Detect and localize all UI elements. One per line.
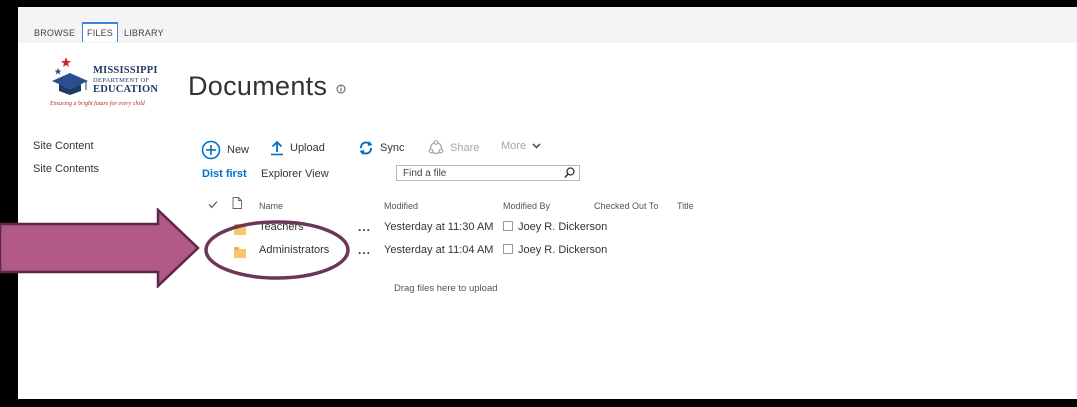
upload-button[interactable]: Upload [270, 140, 325, 156]
sync-icon [359, 141, 373, 155]
row-menu-ellipsis[interactable]: ... [358, 220, 371, 234]
presence-icon [503, 221, 513, 231]
row-modified-by[interactable]: Joey R. Dickerson [503, 244, 607, 256]
page-title: Documents [188, 71, 328, 101]
row-menu-ellipsis[interactable]: ... [358, 243, 371, 257]
tab-browse[interactable]: BROWSE [30, 24, 79, 43]
row-modified: Yesterday at 11:04 AM [384, 244, 494, 256]
column-header-checked-out-to[interactable]: Checked Out To [594, 201, 658, 211]
search-icon[interactable] [564, 167, 576, 179]
site-logo[interactable]: MISSISSIPPI DEPARTMENT OF EDUCATION Ensu… [50, 53, 160, 115]
column-header-name[interactable]: Name [259, 201, 283, 211]
info-icon[interactable] [336, 84, 346, 94]
upload-label: Upload [290, 142, 325, 154]
document-type-icon [232, 197, 242, 209]
share-label: Share [450, 142, 480, 154]
share-icon [428, 140, 444, 155]
ribbon-bar: BROWSE FILES LIBRARY [18, 7, 1077, 43]
plus-circle-icon [201, 140, 221, 160]
view-dist-first[interactable]: Dist first [202, 168, 247, 180]
sharepoint-page: BROWSE FILES LIBRARY MISSISSIPPI DEPARTM… [18, 7, 1077, 399]
search-input[interactable] [396, 165, 580, 181]
view-explorer[interactable]: Explorer View [261, 168, 329, 180]
arrow-annotation [0, 208, 200, 288]
checkmark-icon[interactable] [208, 200, 218, 209]
presence-icon [503, 244, 513, 254]
share-button[interactable]: Share [428, 140, 479, 156]
new-label: New [227, 144, 250, 156]
more-button[interactable]: More [501, 140, 541, 152]
logo-line-3: EDUCATION [93, 84, 159, 95]
row-modified-by-name: Joey R. Dickerson [518, 244, 608, 256]
nav-site-content[interactable]: Site Content [33, 140, 94, 152]
row-modified-by[interactable]: Joey R. Dickerson [503, 221, 607, 233]
logo-line-1: MISSISSIPPI [93, 65, 158, 76]
column-header-modified-by[interactable]: Modified By [503, 201, 550, 211]
sync-label: Sync [380, 142, 405, 154]
column-header-modified[interactable]: Modified [384, 201, 418, 211]
sync-button[interactable]: Sync [358, 140, 404, 156]
chevron-down-icon [532, 143, 541, 149]
row-modified-by-name: Joey R. Dickerson [518, 221, 608, 233]
highlight-ellipse [204, 220, 350, 280]
logo-line-2: DEPARTMENT OF [93, 77, 150, 84]
more-label: More [501, 140, 527, 152]
row-modified: Yesterday at 11:30 AM [384, 221, 494, 233]
new-button[interactable]: New [201, 140, 249, 160]
tab-files[interactable]: FILES [82, 22, 119, 42]
drop-zone-hint[interactable]: Drag files here to upload [394, 283, 498, 294]
up-arrow-icon [271, 140, 283, 156]
nav-site-contents[interactable]: Site Contents [33, 163, 99, 175]
column-header-title[interactable]: Title [677, 201, 694, 211]
tab-library[interactable]: LIBRARY [120, 24, 168, 43]
graduation-cap-icon [52, 57, 88, 95]
logo-tagline: Ensuring a bright future for every child [50, 101, 145, 107]
